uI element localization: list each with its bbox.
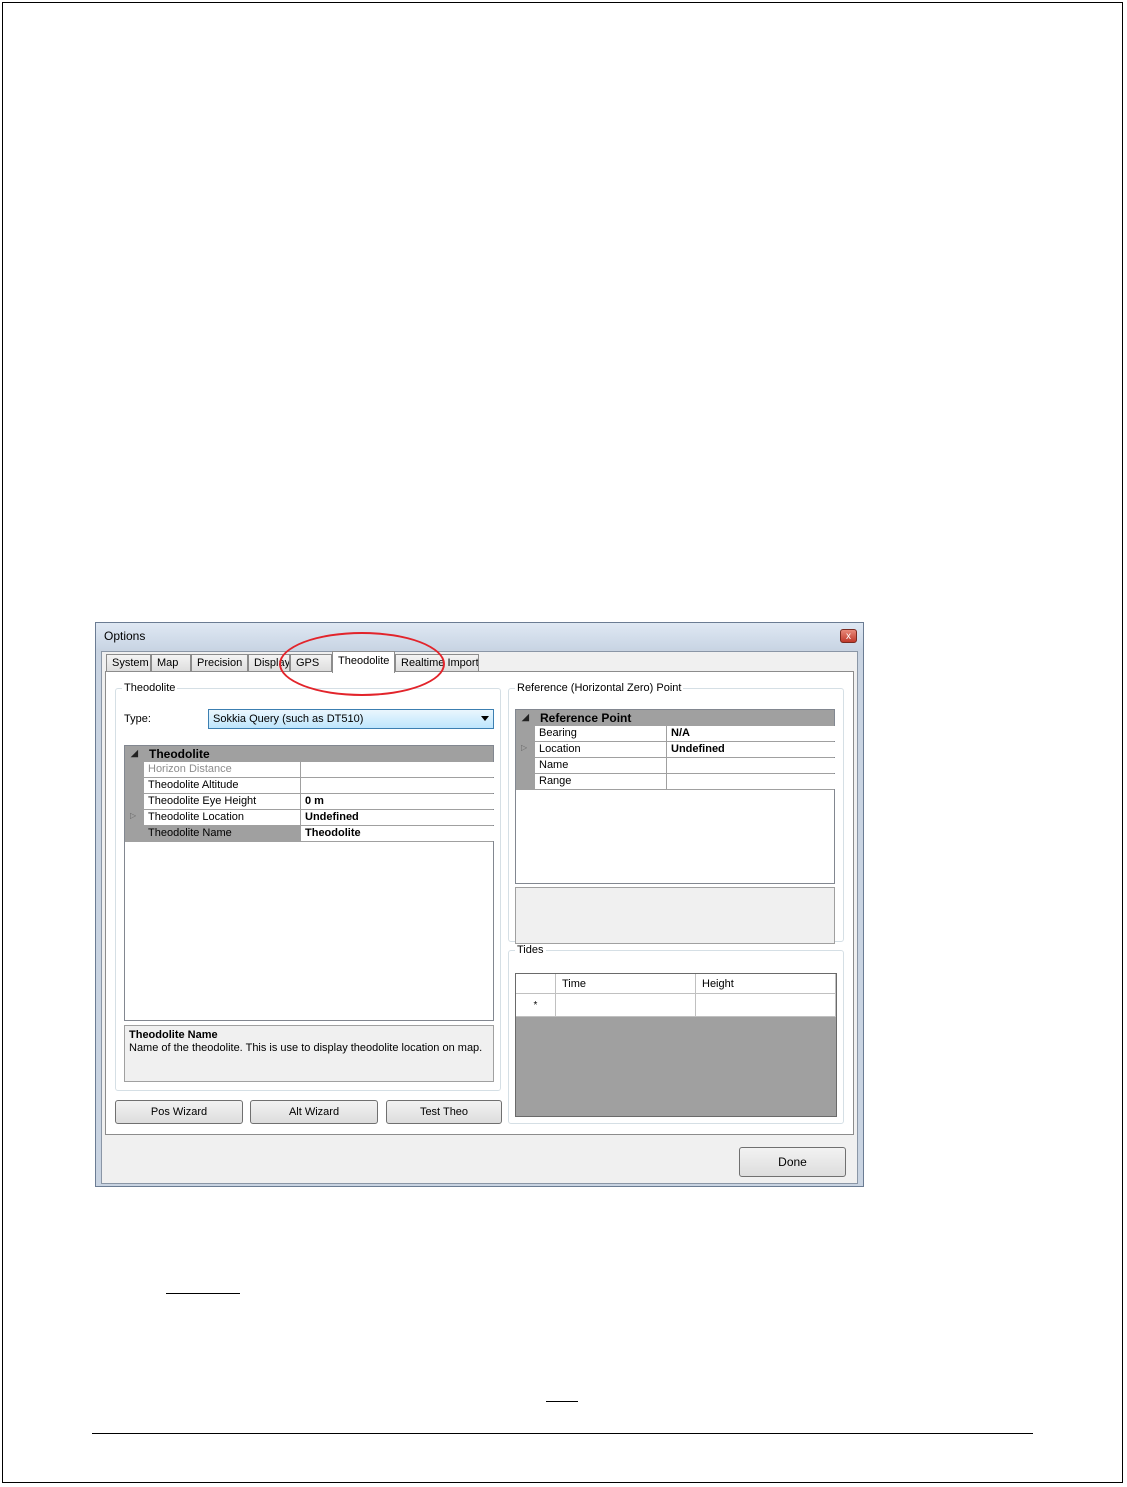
collapse-triangle-icon[interactable]: ◢: [131, 748, 138, 759]
tab-label: System: [112, 657, 149, 669]
property-row-name[interactable]: Name: [516, 757, 836, 774]
category-label: Theodolite: [149, 747, 210, 761]
property-name: Theodolite Eye Height: [144, 794, 301, 809]
property-value[interactable]: [667, 774, 836, 789]
property-row-theodolite-eye-height[interactable]: Theodolite Eye Height 0 m: [125, 793, 495, 810]
row-margin: [516, 773, 535, 790]
tab-theodolite[interactable]: Theodolite: [332, 651, 395, 673]
tab-label: Theodolite: [338, 655, 390, 667]
pos-wizard-button[interactable]: Pos Wizard: [115, 1100, 243, 1124]
title-bar[interactable]: Options x: [96, 623, 863, 649]
options-window: Options x System Map Precision Display G…: [95, 622, 864, 1187]
tab-map[interactable]: Map: [151, 654, 191, 672]
type-dropdown[interactable]: Sokkia Query (such as DT510): [208, 709, 494, 729]
expand-triangle-icon[interactable]: ▷: [521, 743, 527, 752]
footer-rule: [92, 1433, 1033, 1434]
row-margin: ▷: [516, 741, 535, 758]
tides-table[interactable]: Time Height *: [515, 973, 837, 1117]
row-margin: [125, 825, 144, 842]
property-value[interactable]: 0 m: [301, 794, 495, 809]
row-margin: [516, 757, 535, 774]
tides-height-cell[interactable]: [696, 994, 836, 1017]
property-name: Range: [535, 774, 667, 789]
property-value[interactable]: N/A: [667, 726, 836, 741]
tab-label: Map: [157, 657, 179, 669]
property-value[interactable]: Undefined: [301, 810, 495, 825]
new-row-marker: *: [516, 994, 556, 1017]
type-label: Type:: [124, 713, 151, 725]
property-name: Theodolite Name: [144, 826, 301, 841]
test-theo-button[interactable]: Test Theo: [386, 1100, 502, 1124]
property-row-location[interactable]: ▷ Location Undefined: [516, 741, 836, 758]
category-theodolite[interactable]: ◢ Theodolite: [125, 746, 493, 762]
property-name: Theodolite Altitude: [144, 778, 301, 793]
property-row-bearing[interactable]: Bearing N/A: [516, 725, 836, 742]
done-button[interactable]: Done: [739, 1147, 846, 1177]
dialog-client-area: System Map Precision Display GPS Theodol…: [101, 651, 858, 1184]
theodolite-group-legend: Theodolite: [122, 682, 178, 694]
tab-label: Precision: [197, 657, 243, 669]
property-value[interactable]: Undefined: [667, 742, 836, 757]
reference-group-legend: Reference (Horizontal Zero) Point: [515, 682, 684, 694]
help-title: Theodolite Name: [129, 1029, 218, 1041]
tab-system[interactable]: System: [106, 654, 151, 672]
property-value[interactable]: Theodolite: [301, 826, 495, 841]
reference-property-grid: ◢ Reference Point Bearing N/A ▷ Location…: [515, 709, 836, 884]
theodolite-property-grid: ◢ Theodolite Horizon Distance Theodolite…: [124, 745, 495, 1021]
reference-help-box: [515, 887, 835, 944]
row-header-corner: [516, 974, 556, 994]
alt-wizard-button[interactable]: Alt Wizard: [250, 1100, 378, 1124]
row-margin: [516, 725, 535, 742]
tab-realtime-imports[interactable]: Realtime Imports: [395, 654, 479, 672]
property-name: Theodolite Location: [144, 810, 301, 825]
tides-group-legend: Tides: [515, 944, 546, 956]
row-margin: [125, 777, 144, 794]
property-row-horizon-distance[interactable]: Horizon Distance: [125, 761, 495, 778]
collapse-triangle-icon[interactable]: ◢: [522, 712, 529, 723]
help-description: Name of the theodolite. This is use to d…: [129, 1042, 483, 1054]
tab-precision[interactable]: Precision: [191, 654, 248, 672]
close-icon: x: [846, 631, 851, 642]
row-margin: [125, 761, 144, 778]
tides-time-cell[interactable]: [556, 994, 696, 1017]
row-margin: [125, 793, 144, 810]
chevron-down-icon: [481, 716, 489, 721]
expand-triangle-icon[interactable]: ▷: [130, 811, 136, 820]
underline-mark: [166, 1293, 240, 1294]
window-title: Options: [104, 629, 146, 643]
property-row-range[interactable]: Range: [516, 773, 836, 790]
reference-point-group: Reference (Horizontal Zero) Point ◢ Refe…: [508, 682, 844, 944]
property-row-theodolite-altitude[interactable]: Theodolite Altitude: [125, 777, 495, 794]
tab-display[interactable]: Display: [248, 654, 290, 672]
theodolite-group: Theodolite Type: Sokkia Query (such as D…: [115, 682, 501, 1091]
property-name: Bearing: [535, 726, 667, 741]
category-reference-point[interactable]: ◢ Reference Point: [516, 710, 834, 726]
property-name: Horizon Distance: [144, 762, 301, 777]
tab-gps[interactable]: GPS: [290, 654, 332, 672]
tab-label: Display: [254, 657, 290, 669]
tides-group: Tides Time Height *: [508, 944, 844, 1124]
property-row-theodolite-location[interactable]: ▷ Theodolite Location Undefined: [125, 809, 495, 826]
column-header-height[interactable]: Height: [696, 974, 836, 994]
page-number-underline: [546, 1401, 578, 1402]
property-value[interactable]: [301, 778, 495, 793]
category-label: Reference Point: [540, 711, 632, 725]
property-row-theodolite-name[interactable]: Theodolite Name Theodolite: [125, 825, 495, 842]
property-value[interactable]: [301, 762, 495, 777]
close-button[interactable]: x: [840, 629, 857, 643]
tab-label: GPS: [296, 657, 320, 669]
property-value[interactable]: [667, 758, 836, 773]
theodolite-tab-panel: Theodolite Type: Sokkia Query (such as D…: [105, 671, 854, 1135]
dialog-footer: Done: [102, 1136, 857, 1183]
property-help-box: Theodolite Name Name of the theodolite. …: [124, 1025, 494, 1082]
type-dropdown-value: Sokkia Query (such as DT510): [213, 713, 364, 725]
column-header-time[interactable]: Time: [556, 974, 696, 994]
tab-label: Realtime Imports: [401, 657, 479, 669]
property-name: Name: [535, 758, 667, 773]
row-margin: ▷: [125, 809, 144, 826]
property-name: Location: [535, 742, 667, 757]
